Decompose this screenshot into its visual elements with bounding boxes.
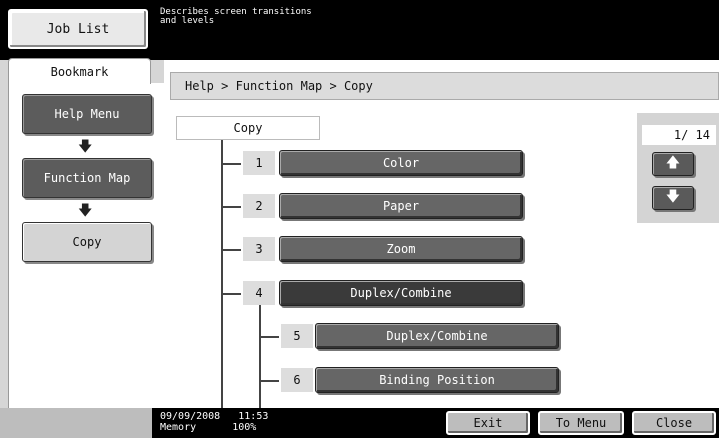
bookmark-tab[interactable]: Bookmark xyxy=(8,58,151,84)
arrow-down-icon: 🡇 xyxy=(78,139,93,155)
item-number: 1 xyxy=(243,151,275,175)
screen-description: Describes screen transitions and levels xyxy=(160,7,312,26)
breadcrumb: Help > Function Map > Copy xyxy=(170,72,719,100)
arrow-up-icon: 🡅 xyxy=(665,155,681,171)
tree-line xyxy=(221,163,241,165)
tree-line xyxy=(221,140,223,408)
item-number: 5 xyxy=(281,324,313,348)
tree-line xyxy=(221,293,241,295)
color-button[interactable]: Color xyxy=(279,150,523,176)
tree-line xyxy=(259,380,279,382)
memory-status: Memory 100% xyxy=(160,422,257,433)
function-map-button[interactable]: Function Map xyxy=(22,158,152,198)
breadcrumb-text: Help > Function Map > Copy xyxy=(185,79,373,93)
scroll-down-button[interactable]: 🡇 xyxy=(652,186,694,210)
duplex-combine-button[interactable]: Duplex/Combine xyxy=(279,280,523,306)
tree-line xyxy=(221,206,241,208)
arrow-down-icon: 🡇 xyxy=(78,203,93,219)
tree-line xyxy=(259,336,279,338)
item-number: 3 xyxy=(243,237,275,261)
job-list-button[interactable]: Job List xyxy=(8,9,148,49)
status-info: 09/09/2008 11:53 Memory 100% xyxy=(160,411,268,433)
zoom-button[interactable]: Zoom xyxy=(279,236,523,262)
duplex-combine-sub-button[interactable]: Duplex/Combine xyxy=(315,323,559,349)
arrow-down-icon: 🡇 xyxy=(665,189,681,205)
tree-line xyxy=(259,305,261,408)
tree-line xyxy=(221,249,241,251)
close-button[interactable]: Close xyxy=(632,411,716,435)
to-menu-button[interactable]: To Menu xyxy=(538,411,624,435)
copy-bookmark-button[interactable]: Copy xyxy=(22,222,152,262)
tree-root: Copy xyxy=(176,116,320,140)
item-number: 2 xyxy=(243,194,275,218)
exit-button[interactable]: Exit xyxy=(446,411,530,435)
page-indicator: 1/ 14 xyxy=(642,125,716,145)
paper-button[interactable]: Paper xyxy=(279,193,523,219)
item-number: 4 xyxy=(243,281,275,305)
binding-position-button[interactable]: Binding Position xyxy=(315,367,559,393)
help-menu-button[interactable]: Help Menu xyxy=(22,94,152,134)
item-number: 6 xyxy=(281,368,313,392)
scroll-up-button[interactable]: 🡅 xyxy=(652,152,694,176)
bottom-left-area xyxy=(0,408,152,438)
datetime: 09/09/2008 11:53 xyxy=(160,411,269,422)
